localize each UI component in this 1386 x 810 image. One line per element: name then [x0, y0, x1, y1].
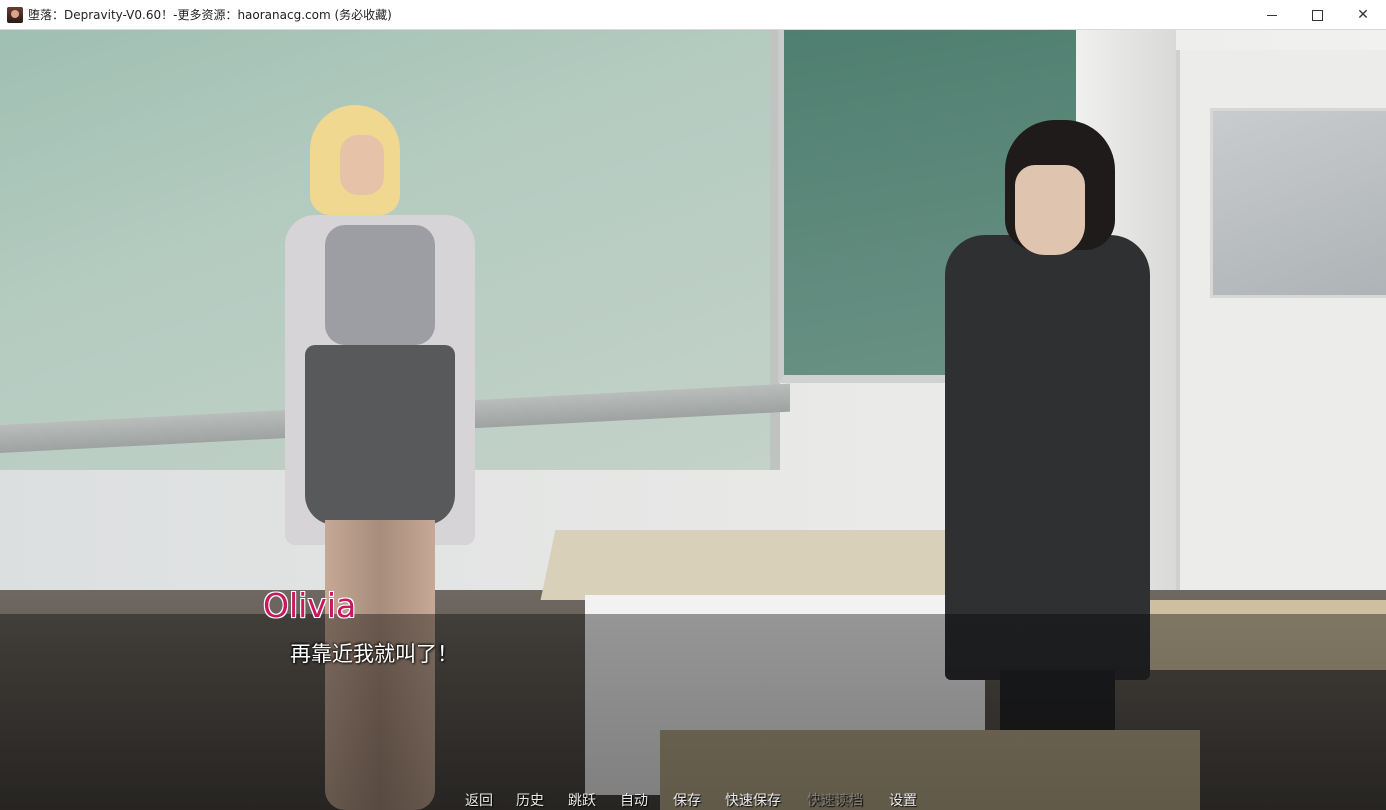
dialogue-box[interactable] [0, 614, 1386, 810]
window-title: 堕落：Depravity-V0.60！-更多资源：haoranacg.com (… [28, 8, 392, 22]
quick-menu-settings[interactable]: 设置 [889, 790, 917, 810]
app-icon [7, 7, 23, 23]
close-button[interactable]: ✕ [1340, 0, 1386, 30]
olivia-sweater [325, 225, 435, 345]
minimize-button[interactable] [1249, 0, 1295, 30]
olivia-skirt [305, 345, 455, 525]
quick-menu-quick-load[interactable]: 快速读档 [807, 790, 863, 810]
close-icon: ✕ [1357, 7, 1369, 23]
quick-menu: 返回 历史 跳跃 自动 保存 快速保存 快速读档 设置 [0, 760, 1386, 809]
quick-menu-quick-save[interactable]: 快速保存 [725, 790, 781, 810]
dialogue-text: 再靠近我就叫了！ [290, 642, 458, 666]
door-window [1210, 108, 1386, 298]
man-face [1015, 165, 1085, 255]
teacher-desk-top [540, 530, 996, 600]
window-titlebar: 堕落：Depravity-V0.60！-更多资源：haoranacg.com (… [0, 0, 1386, 30]
quick-menu-auto[interactable]: 自动 [620, 790, 648, 810]
speaker-name: Olivia [263, 586, 357, 625]
quick-menu-save[interactable]: 保存 [673, 790, 701, 810]
maximize-button[interactable] [1294, 0, 1340, 30]
maximize-icon [1311, 9, 1323, 21]
quick-menu-back[interactable]: 返回 [465, 790, 493, 810]
game-scene[interactable] [0, 30, 1386, 810]
minimize-icon [1267, 14, 1277, 16]
olivia-face [340, 135, 384, 195]
quick-menu-history[interactable]: 历史 [516, 790, 544, 810]
quick-menu-skip[interactable]: 跳跃 [568, 790, 596, 810]
